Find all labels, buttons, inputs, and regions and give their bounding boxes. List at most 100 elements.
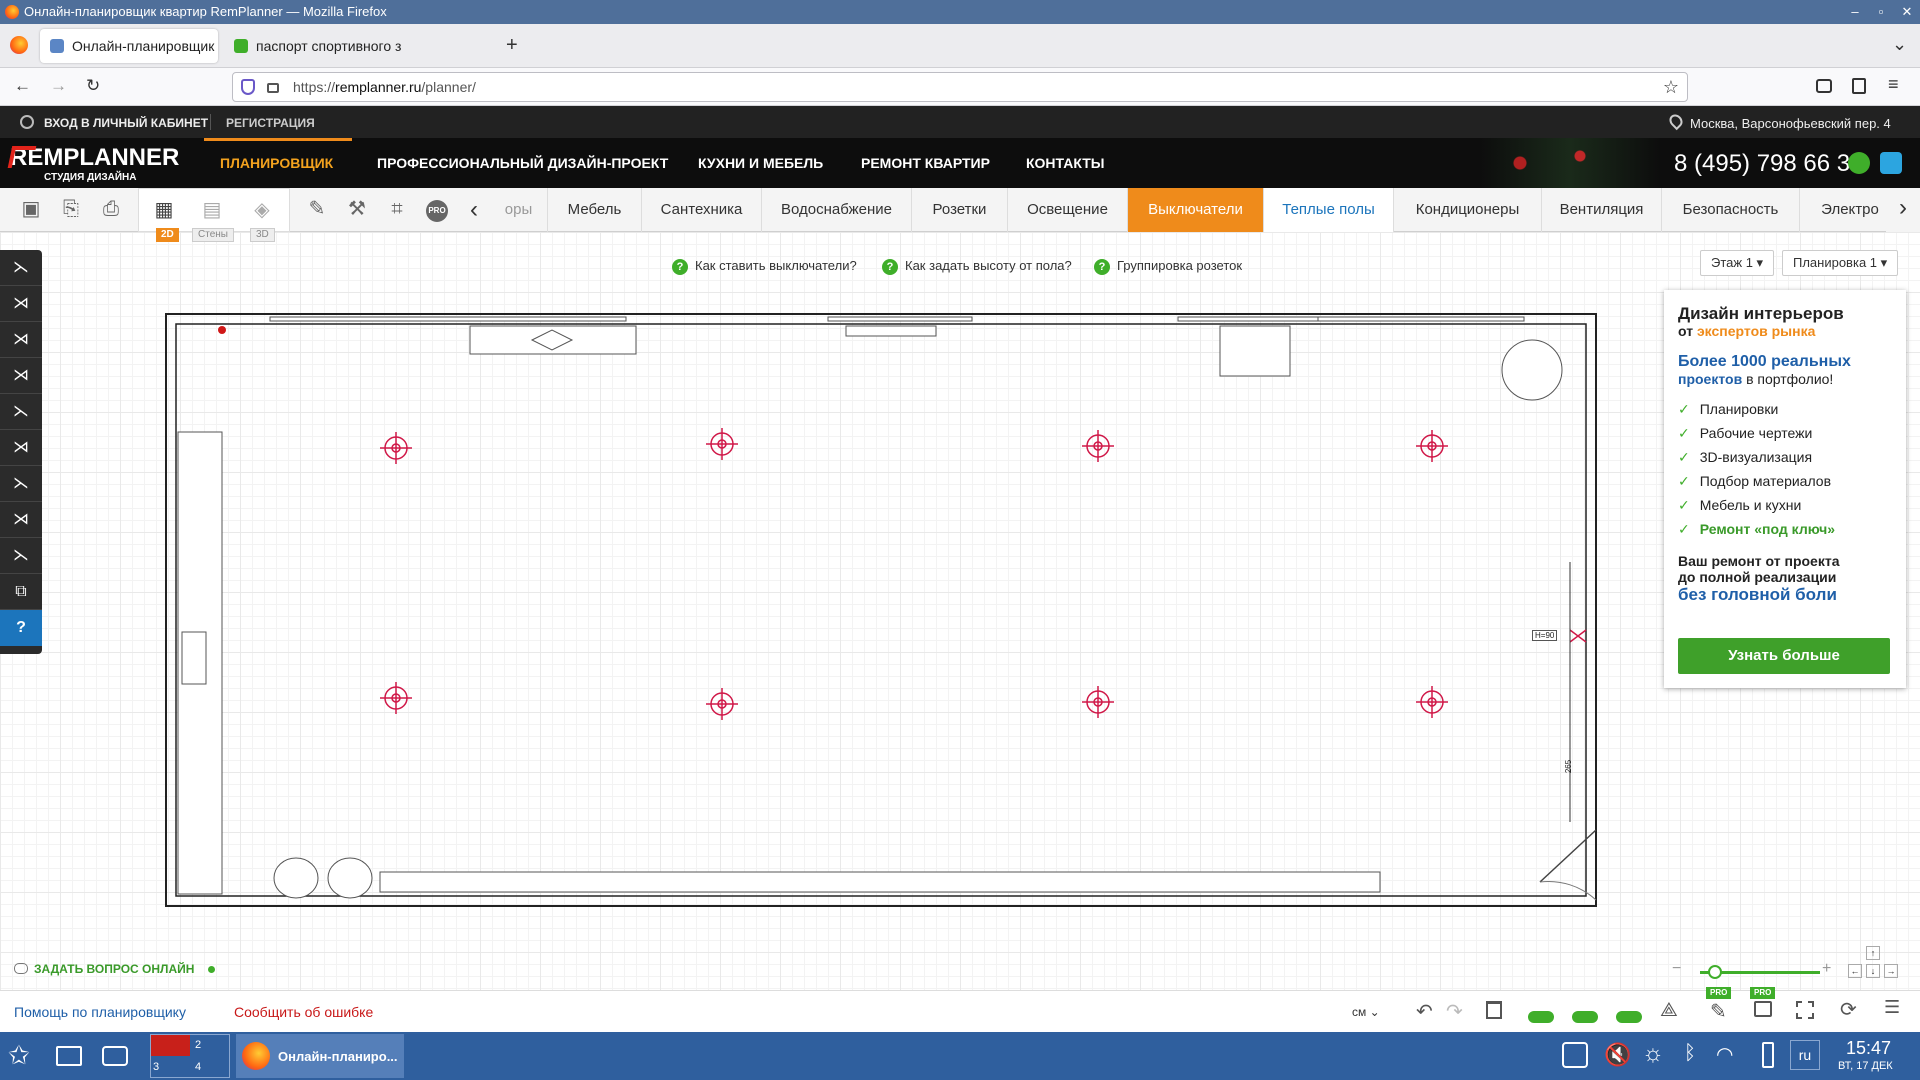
help-planner-link[interactable]: Помощь по планировщику (14, 1004, 186, 1020)
workspace-4[interactable]: 4 (195, 1061, 201, 1073)
remplanner-logo[interactable]: REMPLANNER СТУДИЯ ДИЗАЙНА (7, 144, 180, 184)
view-walls-badge[interactable]: Стены (192, 228, 234, 242)
category-air-conditioners[interactable]: Кондиционеры (1394, 188, 1542, 232)
light-fixture[interactable] (706, 428, 738, 460)
brightness-icon[interactable]: ☼ (1642, 1040, 1664, 1068)
workspace-1[interactable] (151, 1035, 190, 1056)
chat-online[interactable]: ЗАДАТЬ ВОПРОС ОНЛАЙН (14, 962, 215, 976)
left-cabinet[interactable] (181, 631, 207, 685)
workspace-switcher[interactable]: 2 3 4 (150, 1034, 230, 1078)
categories-next-button[interactable]: › (1886, 188, 1920, 232)
firefox-menu-icon[interactable] (10, 36, 28, 54)
outer-wall[interactable] (165, 313, 1597, 907)
help-icon[interactable]: ? (0, 610, 42, 646)
files-icon[interactable] (56, 1046, 82, 1066)
workspace-3[interactable]: 3 (153, 1061, 159, 1073)
toggle-hints-icon[interactable] (1528, 1011, 1554, 1023)
wall-tool-3-icon[interactable]: ⋊ (0, 322, 42, 358)
layers-icon[interactable]: ⧉ (0, 574, 42, 610)
tray-expand-icon[interactable] (1562, 1042, 1588, 1068)
pocket-icon[interactable] (1816, 79, 1832, 93)
taskbar-window-firefox[interactable]: Онлайн-планиро... (236, 1034, 404, 1078)
undo-icon[interactable]: ↶ (1416, 999, 1433, 1024)
category-furniture[interactable]: Мебель (548, 188, 642, 232)
new-tab-button[interactable]: + (506, 34, 518, 57)
category-security[interactable]: Безопасность (1662, 188, 1800, 232)
save-icon[interactable]: ▣ (18, 196, 44, 222)
angle-icon[interactable]: ⟁ (1660, 999, 1678, 1022)
desk-chair[interactable] (1219, 325, 1291, 377)
whatsapp-icon[interactable] (1848, 152, 1870, 174)
pencil-icon[interactable]: ✎ (1710, 999, 1727, 1024)
light-fixture[interactable] (380, 432, 412, 464)
round-object[interactable] (1501, 339, 1563, 401)
forward-button[interactable]: → (50, 76, 67, 96)
tab-passport[interactable]: паспорт спортивного зал ✕ (224, 29, 402, 63)
wall-tool-7-icon[interactable]: ⋋ (0, 466, 42, 502)
wall-tool-2-icon[interactable]: ⋊ (0, 286, 42, 322)
wall-tool-6-icon[interactable]: ⋊ (0, 430, 42, 466)
cube-3d-icon[interactable]: ◈ (249, 197, 275, 223)
help-link-grouping[interactable]: ? Группировка розеток (1094, 258, 1242, 275)
zoom-in-button[interactable]: + (1822, 960, 1831, 978)
light-fixture[interactable] (1416, 686, 1448, 718)
wall-tool-8-icon[interactable]: ⋊ (0, 502, 42, 538)
telegram-icon[interactable] (1880, 152, 1902, 174)
maximize-button[interactable]: ▫ (1868, 0, 1894, 24)
pan-down-icon[interactable]: ↓ (1866, 964, 1880, 978)
door[interactable] (1539, 829, 1597, 883)
floor-plan[interactable] (0, 232, 1920, 990)
window-2[interactable] (827, 316, 973, 322)
light-fixture[interactable] (1082, 430, 1114, 462)
settings-sliders-icon[interactable]: ☰ (1884, 997, 1900, 1018)
pan-left-icon[interactable]: ← (1848, 964, 1862, 978)
grid-icon[interactable]: ⌗ (384, 196, 410, 222)
back-button[interactable]: ← (14, 76, 31, 96)
help-link-switches[interactable]: ? Как ставить выключатели? (672, 258, 857, 275)
help-link-height[interactable]: ? Как задать высоту от пола? (882, 258, 1072, 275)
report-error-link[interactable]: Сообщить об ошибке (234, 1004, 373, 1020)
walls-icon[interactable]: ▤ (199, 197, 225, 223)
battery-icon[interactable] (1762, 1042, 1774, 1068)
category-ventilation[interactable]: Вентиляция (1542, 188, 1662, 232)
wall-tool-4-icon[interactable]: ⋊ (0, 358, 42, 394)
url-bar[interactable]: https://remplanner.ru/planner/ ☆ (232, 72, 1688, 102)
light-fixture[interactable] (1416, 430, 1448, 462)
pan-up-icon[interactable]: ↑ (1866, 946, 1880, 960)
window-1[interactable] (269, 316, 627, 322)
menu-kitchens[interactable]: КУХНИ И МЕБЕЛЬ (698, 155, 823, 171)
login-link[interactable]: ВХОД В ЛИЧНЫЙ КАБИНЕТ (44, 116, 208, 130)
toggle-magnet-icon[interactable] (1616, 1011, 1642, 1023)
rotate-icon[interactable]: ⟳ (1840, 997, 1857, 1022)
clock-date[interactable]: ВТ, 17 ДЕК (1838, 1060, 1893, 1072)
light-fixture[interactable] (706, 688, 738, 720)
comment-icon[interactable] (1754, 1001, 1772, 1017)
category-lighting[interactable]: Освещение (1008, 188, 1128, 232)
phone-number[interactable]: 8 (495) 798 66 31 (1674, 150, 1863, 178)
menu-planner[interactable]: ПЛАНИРОВЩИК (220, 155, 333, 171)
redo-icon[interactable]: ↷ (1446, 999, 1463, 1024)
print-icon[interactable]: ⎙ (98, 196, 124, 222)
shield-icon[interactable] (241, 79, 255, 95)
workspace-2[interactable]: 2 (195, 1039, 201, 1051)
ad-learn-more-button[interactable]: Узнать больше (1678, 638, 1890, 674)
pro-icon[interactable]: PRO (426, 200, 448, 222)
window-4[interactable] (1317, 316, 1525, 322)
wall-tool-icon[interactable]: ⋋ (0, 250, 42, 286)
ruler-icon[interactable]: ✎ (304, 196, 330, 222)
register-link[interactable]: РЕГИСТРАЦИЯ (226, 116, 315, 130)
scissors-switch-icon[interactable] (1569, 629, 1587, 643)
menu-contacts[interactable]: КОНТАКТЫ (1026, 155, 1104, 171)
category-water[interactable]: Водоснабжение (762, 188, 912, 232)
tab-list-button[interactable]: ⌄ (1892, 34, 1907, 55)
light-fixture[interactable] (1082, 686, 1114, 718)
category-partial[interactable]: оры (490, 188, 548, 232)
bookmark-star-icon[interactable]: ☆ (1663, 73, 1679, 101)
trash-icon[interactable] (1486, 1001, 1502, 1019)
floor-select[interactable]: Этаж 1 ▾ (1700, 250, 1775, 276)
lock-icon[interactable] (267, 83, 279, 93)
inner-wall[interactable] (175, 323, 1587, 897)
menu-renovation[interactable]: РЕМОНТ КВАРТИР (861, 155, 990, 171)
minimize-button[interactable]: – (1842, 0, 1868, 24)
height-tag[interactable]: H=90 (1532, 630, 1558, 641)
